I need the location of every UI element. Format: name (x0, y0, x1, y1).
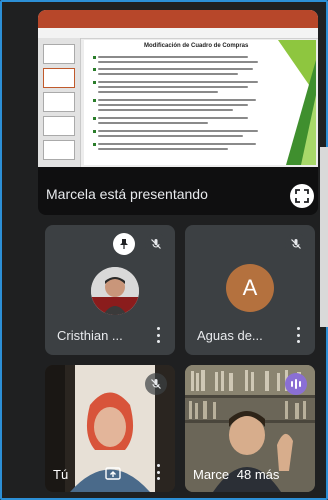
shared-screen: Modificación de Cuadro de Compras (38, 10, 318, 167)
fullscreen-button[interactable] (290, 184, 314, 208)
present-screen-icon (105, 467, 121, 480)
more-options-button[interactable] (295, 327, 301, 343)
mic-off-indicator (145, 373, 167, 395)
participant-tile[interactable]: Marce 48 más (185, 365, 315, 492)
mic-off-icon (151, 239, 161, 249)
pin-icon (120, 239, 128, 249)
app-titlebar (38, 10, 318, 28)
slide-page: Modificación de Cuadro de Compras (84, 40, 316, 165)
mic-off-indicator (285, 233, 307, 255)
participant-name-group: Marce 48 más (193, 467, 279, 482)
presenting-label: Marcela está presentando (46, 186, 208, 202)
participant-tile[interactable]: A Aguas de... (185, 225, 315, 355)
slide-thumbnails (38, 38, 81, 167)
speaking-indicator (285, 373, 307, 395)
avatar: A (226, 264, 274, 312)
background-window-edge (320, 147, 328, 327)
pin-button[interactable] (113, 233, 135, 255)
avatar (91, 267, 139, 315)
presentation-tile[interactable]: Modificación de Cuadro de Compras Marcel… (38, 10, 318, 215)
slide-title: Modificación de Cuadro de Compras (144, 43, 249, 49)
participant-name: Marce (193, 467, 230, 482)
more-options-button[interactable] (155, 327, 161, 343)
mic-off-indicator (145, 233, 167, 255)
fullscreen-icon (295, 189, 309, 203)
participant-name: Cristhian ... (57, 328, 123, 343)
mic-off-icon (291, 239, 301, 249)
self-tile[interactable]: Tú (45, 365, 175, 492)
more-options-button[interactable] (155, 464, 161, 480)
participant-tile[interactable]: Cristhian ... (45, 225, 175, 355)
participant-name: Aguas de... (197, 328, 263, 343)
mic-off-icon (151, 379, 161, 389)
participant-name: Tú (53, 467, 69, 482)
slide-decoration (278, 40, 316, 165)
meet-window: Modificación de Cuadro de Compras Marcel… (0, 0, 328, 500)
others-count: 48 más (236, 467, 280, 482)
